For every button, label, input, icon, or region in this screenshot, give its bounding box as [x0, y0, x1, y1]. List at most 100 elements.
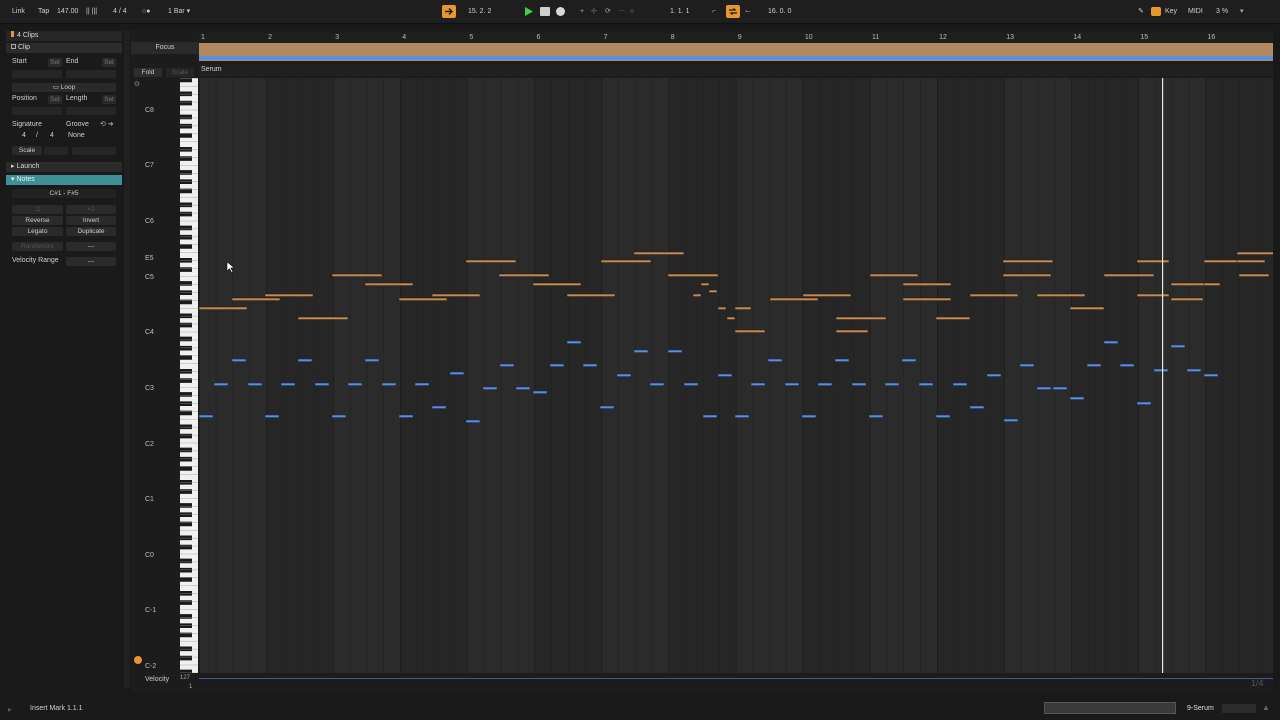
midi-note[interactable] — [1236, 251, 1273, 255]
length-set-button[interactable]: Set — [102, 95, 116, 104]
signature-denominator[interactable]: 4 — [50, 131, 54, 141]
black-key[interactable] — [180, 567, 192, 573]
black-key[interactable] — [180, 336, 192, 342]
midi-note[interactable] — [708, 289, 718, 293]
midi-note[interactable] — [231, 358, 247, 362]
black-key[interactable] — [180, 433, 192, 439]
randomize-button[interactable]: Randomize — [12, 242, 63, 251]
computer-keyboard-icon[interactable] — [1151, 7, 1161, 16]
black-key[interactable] — [180, 114, 192, 120]
midi-note[interactable] — [364, 282, 414, 286]
midi-note[interactable] — [1186, 368, 1202, 372]
midi-note[interactable] — [1069, 306, 1105, 310]
midi-note[interactable] — [398, 414, 414, 418]
midi-note[interactable] — [969, 405, 985, 409]
midi-note[interactable] — [969, 293, 1019, 297]
play-button[interactable] — [523, 5, 535, 18]
black-key[interactable] — [180, 544, 192, 550]
black-key[interactable] — [180, 614, 192, 619]
loop-switch-icon[interactable] — [726, 5, 740, 18]
midi-note[interactable] — [700, 282, 710, 286]
midi-note[interactable] — [331, 273, 383, 277]
scale-highlight-button[interactable]: Scale — [166, 68, 194, 77]
midi-note[interactable] — [247, 382, 263, 386]
midi-note[interactable] — [935, 414, 951, 418]
beat-time-ruler[interactable]: 1 2 3 4 5 6 7 8 9 10 11 12 13 14 15 16 — [199, 33, 1273, 43]
midi-note[interactable] — [869, 273, 919, 277]
midi-note[interactable] — [582, 363, 598, 367]
black-key[interactable] — [180, 456, 192, 462]
midi-note[interactable] — [515, 386, 531, 390]
midi-note[interactable] — [734, 329, 766, 333]
midi-note[interactable] — [692, 293, 702, 297]
scale-name-dropdown[interactable] — [72, 147, 116, 155]
halve-button[interactable]: :2 — [12, 205, 63, 214]
midi-note[interactable] — [986, 373, 1002, 377]
tap-button[interactable]: Tap — [38, 6, 49, 17]
midi-note[interactable] — [549, 363, 565, 367]
midi-note[interactable] — [1052, 386, 1068, 390]
note-grid[interactable] — [199, 78, 1273, 673]
midi-note[interactable] — [834, 358, 850, 362]
scale-root-dropdown[interactable] — [44, 147, 68, 155]
midi-note[interactable] — [1203, 282, 1221, 286]
capture-icon[interactable]: ⋯ — [618, 6, 625, 17]
black-key[interactable] — [180, 281, 192, 286]
black-key[interactable] — [180, 147, 192, 152]
midi-note[interactable] — [717, 373, 733, 377]
midi-note[interactable] — [465, 259, 517, 263]
midi-note[interactable] — [802, 293, 852, 297]
end-field[interactable] — [66, 70, 116, 78]
black-key[interactable] — [180, 78, 192, 83]
black-key[interactable] — [180, 211, 192, 217]
midi-note[interactable] — [297, 316, 349, 320]
midi-note[interactable] — [213, 382, 229, 386]
black-key[interactable] — [180, 646, 192, 652]
session-record-icon[interactable]: ○ — [630, 6, 634, 17]
black-key[interactable] — [180, 322, 192, 328]
midi-note[interactable] — [633, 251, 685, 255]
midi-note[interactable] — [918, 382, 934, 386]
groove-hot-swap-icon[interactable]: ⟲ ➜ — [100, 120, 114, 130]
midi-note[interactable] — [264, 293, 314, 297]
black-key[interactable] — [180, 669, 192, 673]
fold-marker-icon[interactable] — [134, 656, 142, 664]
midi-note[interactable] — [902, 297, 952, 301]
midi-note[interactable] — [398, 297, 448, 301]
midi-note[interactable] — [726, 316, 736, 320]
midi-note[interactable] — [1103, 340, 1119, 344]
midi-note[interactable] — [902, 282, 952, 286]
black-key[interactable] — [180, 447, 192, 453]
midi-note[interactable] — [702, 414, 718, 418]
time-signature-field[interactable]: 4 / 4 — [113, 6, 127, 17]
velocity-range-field[interactable]: --- — [66, 257, 116, 266]
groove-dropdown[interactable]: None — [68, 131, 85, 141]
black-key[interactable] — [180, 401, 192, 406]
cpu-dropdown-icon[interactable]: ▾ — [1240, 6, 1244, 17]
black-key[interactable] — [180, 267, 192, 272]
midi-note[interactable] — [801, 414, 817, 418]
black-key[interactable] — [180, 503, 192, 508]
midi-note[interactable] — [1153, 368, 1169, 372]
record-button[interactable] — [556, 7, 565, 16]
midi-note[interactable] — [1019, 363, 1035, 367]
selected-device-label[interactable]: 9-Serum — [1187, 705, 1214, 712]
midi-note[interactable] — [1069, 396, 1085, 400]
black-key[interactable] — [180, 202, 192, 208]
midi-note[interactable] — [1036, 293, 1086, 297]
midi-note[interactable] — [431, 405, 447, 409]
midi-note[interactable] — [498, 273, 550, 277]
note-range-display[interactable]: C#1 - F#5 — [12, 189, 116, 198]
link-button[interactable]: Link — [12, 6, 25, 17]
midi-note[interactable] — [1002, 273, 1052, 277]
clip-loop-bar[interactable] — [199, 56, 1273, 60]
black-key[interactable] — [180, 591, 192, 596]
midi-note[interactable] — [901, 358, 917, 362]
midi-note[interactable] — [1119, 363, 1135, 367]
midi-note[interactable] — [1002, 259, 1054, 263]
key-map-button[interactable]: Key — [1165, 6, 1177, 17]
automation-arm-icon[interactable]: ⊹ — [591, 6, 597, 17]
black-key[interactable] — [180, 480, 192, 485]
start-set-button[interactable]: Set — [48, 58, 62, 67]
quantize-dropdown[interactable]: 1 Bar ▾ — [168, 6, 190, 17]
